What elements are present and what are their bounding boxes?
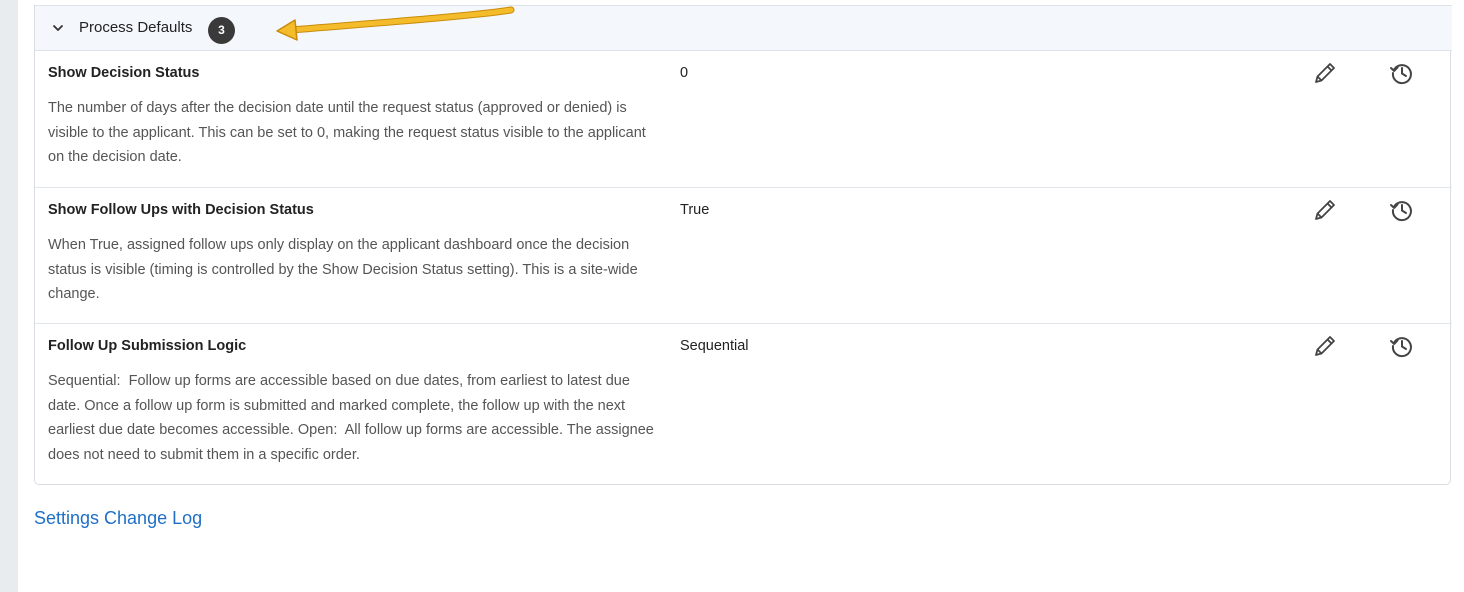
setting-description: The number of days after the decision da… [48, 100, 650, 165]
left-sidebar-edge [0, 0, 18, 592]
setting-value: True [680, 202, 710, 218]
setting-row-show-follow-ups: Show Follow Ups with Decision Status Whe… [35, 188, 1452, 324]
setting-description: When True, assigned follow ups only disp… [48, 237, 642, 302]
setting-name: Show Decision Status [48, 65, 200, 81]
settings-panel: Process Defaults 3 Show Decision Status … [34, 5, 1452, 485]
count-badge: 3 [208, 17, 235, 44]
section-header-process-defaults[interactable]: Process Defaults 3 [35, 5, 1452, 51]
setting-value: Sequential [680, 338, 749, 354]
history-button[interactable] [1388, 196, 1416, 224]
setting-description: Sequential: Follow up forms are accessib… [48, 373, 658, 463]
setting-name: Show Follow Ups with Decision Status [48, 202, 314, 218]
history-icon [1390, 64, 1412, 85]
setting-name: Follow Up Submission Logic [48, 338, 247, 354]
setting-row-follow-up-submission-logic: Follow Up Submission Logic Sequential: F… [35, 324, 1452, 484]
annotation-arrow-icon [276, 6, 515, 41]
history-icon [1390, 201, 1412, 222]
edit-button[interactable] [1311, 59, 1339, 87]
edit-button[interactable] [1311, 332, 1339, 360]
pencil-icon [1315, 63, 1335, 83]
section-title: Process Defaults [79, 19, 193, 36]
setting-value: 0 [680, 65, 689, 81]
pencil-icon [1315, 200, 1335, 220]
history-icon [1390, 337, 1412, 358]
history-button[interactable] [1388, 332, 1416, 360]
edit-button[interactable] [1311, 196, 1339, 224]
pencil-icon [1315, 336, 1335, 356]
chevron-down-icon[interactable] [51, 21, 65, 35]
setting-row-show-decision-status: Show Decision Status The number of days … [35, 51, 1452, 188]
history-button[interactable] [1388, 59, 1416, 87]
settings-change-log-link[interactable]: Settings Change Log [34, 508, 202, 529]
